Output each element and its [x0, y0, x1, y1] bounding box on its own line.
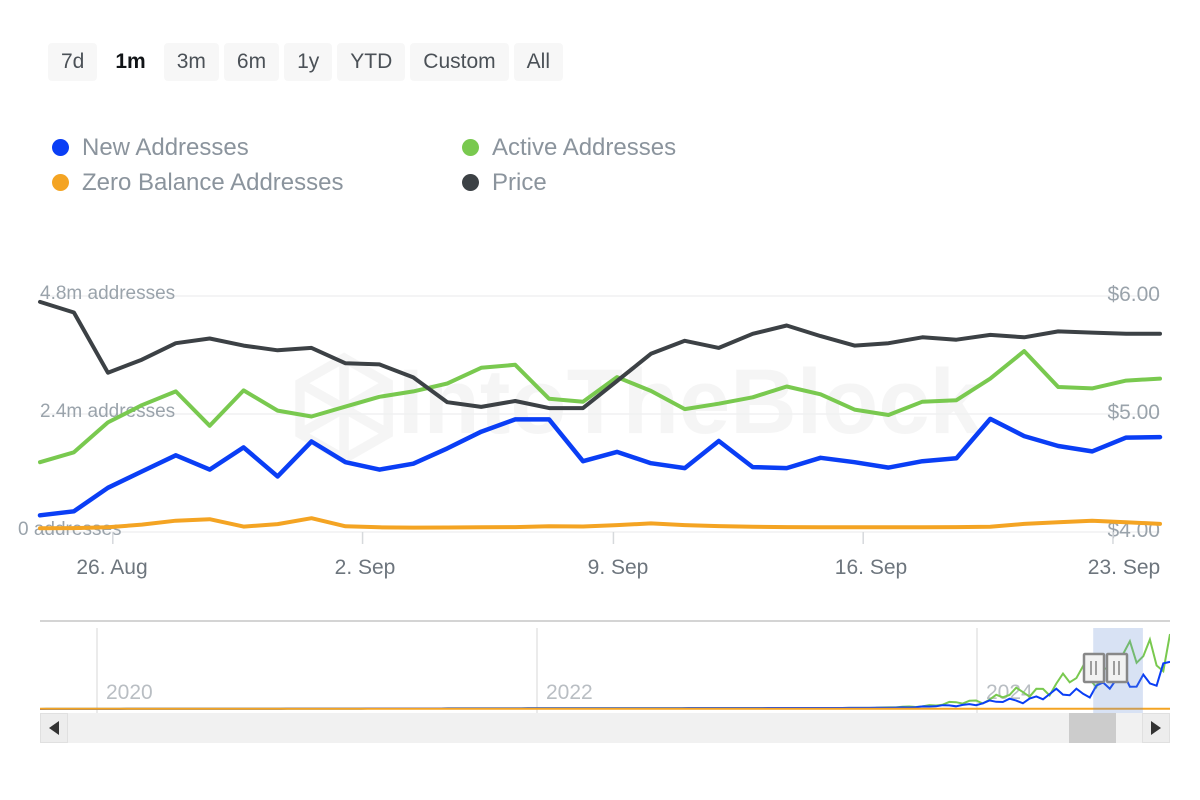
scrollbar-track[interactable] — [68, 713, 1142, 743]
scroll-right-button[interactable] — [1142, 713, 1170, 743]
chevron-right-icon — [1151, 721, 1161, 735]
x-axis-label-4: 23. Sep — [1088, 556, 1160, 580]
navigator-handle-right[interactable] — [1107, 654, 1127, 682]
gridlines — [40, 296, 1160, 532]
legend-marker-icon-active-addresses — [462, 139, 479, 156]
range-button-1y[interactable]: 1y — [284, 43, 332, 81]
x-axis-label-0: 26. Aug — [76, 556, 147, 580]
navigator-gridlines — [97, 628, 977, 714]
navigator-year-label-2022: 2022 — [546, 681, 593, 704]
legend-label-price: Price — [492, 171, 547, 195]
navigator-handle-left[interactable] — [1084, 654, 1104, 682]
navigator-year-label-2020: 2020 — [106, 681, 153, 704]
range-selector: 7d 1m 3m 6m 1y YTD Custom All — [48, 43, 563, 81]
range-button-custom[interactable]: Custom — [410, 43, 508, 81]
chart-legend: New Addresses Active Addresses Zero Bala… — [52, 130, 812, 200]
main-chart[interactable]: IntoTheBlock 4.8m addresses 2.4m address… — [0, 270, 1200, 560]
legend-label-active-addresses: Active Addresses — [492, 136, 676, 160]
x-axis-ticks — [113, 532, 1113, 544]
y2-axis-label-top: $6.00 — [1107, 283, 1160, 306]
legend-marker-icon-new-addresses — [52, 139, 69, 156]
range-button-all[interactable]: All — [514, 43, 563, 81]
legend-item-active-addresses[interactable]: Active Addresses — [462, 136, 812, 160]
legend-marker-icon-price — [462, 174, 479, 191]
y-axis-label-middle: 2.4m addresses — [40, 401, 175, 422]
legend-item-new-addresses[interactable]: New Addresses — [52, 136, 462, 160]
range-button-7d[interactable]: 7d — [48, 43, 97, 81]
navigator-svg: 2020 2022 2024 — [40, 620, 1170, 717]
scroll-left-button[interactable] — [40, 713, 68, 743]
y-axis-label-top: 4.8m addresses — [40, 283, 175, 304]
legend-item-price[interactable]: Price — [462, 171, 812, 195]
x-axis-label-3: 16. Sep — [835, 556, 907, 580]
navigator-scrollbar[interactable] — [40, 713, 1170, 743]
main-chart-svg: IntoTheBlock 4.8m addresses 2.4m address… — [0, 270, 1200, 560]
x-axis-label-1: 2. Sep — [335, 556, 396, 580]
range-button-ytd[interactable]: YTD — [337, 43, 405, 81]
legend-label-zero-balance-addresses: Zero Balance Addresses — [82, 171, 343, 195]
watermark-intotheblock: IntoTheBlock — [300, 351, 982, 459]
legend-label-new-addresses: New Addresses — [82, 136, 249, 160]
range-button-1m[interactable]: 1m — [102, 43, 158, 81]
chevron-left-icon — [49, 721, 59, 735]
y2-axis-label-middle: $5.00 — [1107, 401, 1160, 424]
range-button-3m[interactable]: 3m — [164, 43, 219, 81]
x-axis-label-2: 9. Sep — [588, 556, 649, 580]
range-button-6m[interactable]: 6m — [224, 43, 279, 81]
chart-navigator[interactable]: 2020 2022 2024 — [40, 620, 1170, 717]
legend-item-zero-balance-addresses[interactable]: Zero Balance Addresses — [52, 171, 462, 195]
series-line-zero-balance-addresses — [40, 518, 1160, 528]
scrollbar-thumb[interactable] — [1069, 713, 1116, 743]
legend-marker-icon-zero-balance-addresses — [52, 174, 69, 191]
x-axis-labels: 26. Aug 2. Sep 9. Sep 16. Sep 23. Sep — [0, 556, 1200, 588]
